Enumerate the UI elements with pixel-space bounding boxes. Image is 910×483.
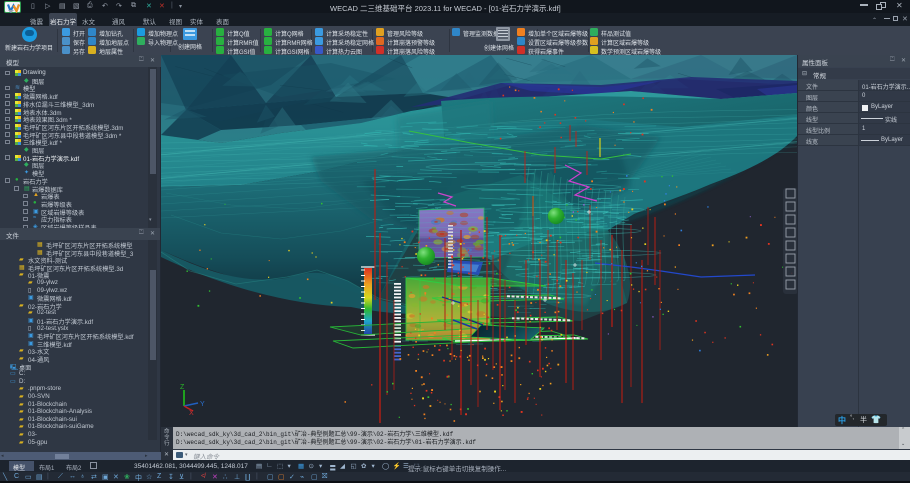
- svg-text:Z: Z: [180, 384, 185, 391]
- svg-text:X: X: [189, 410, 194, 417]
- svg-text:Y: Y: [200, 401, 205, 408]
